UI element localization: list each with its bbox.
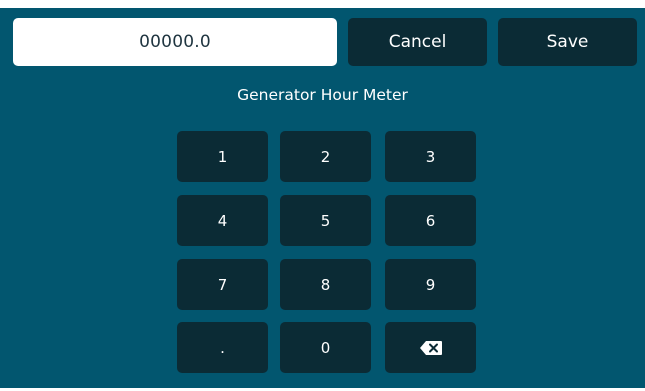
- key-8[interactable]: 8: [280, 259, 371, 310]
- cancel-label: Cancel: [388, 32, 447, 52]
- key-6[interactable]: 6: [385, 195, 476, 246]
- backspace-icon: [419, 340, 442, 355]
- key-1[interactable]: 1: [177, 131, 268, 182]
- key-label: 8: [320, 275, 331, 294]
- key-label: .: [220, 338, 225, 357]
- key-decimal[interactable]: .: [177, 322, 268, 373]
- key-label: 9: [425, 275, 436, 294]
- key-label: 2: [320, 147, 331, 166]
- save-button[interactable]: Save: [498, 18, 637, 66]
- key-9[interactable]: 9: [385, 259, 476, 310]
- key-4[interactable]: 4: [177, 195, 268, 246]
- hour-meter-entry-screen: 00000.0 Cancel Save Generator Hour Meter…: [0, 8, 645, 388]
- page-title: Generator Hour Meter: [237, 86, 408, 104]
- key-label: 6: [425, 211, 436, 230]
- save-label: Save: [546, 32, 589, 52]
- value-text: 00000.0: [139, 32, 211, 52]
- key-3[interactable]: 3: [385, 131, 476, 182]
- key-label: 3: [425, 147, 436, 166]
- cancel-button[interactable]: Cancel: [348, 18, 487, 66]
- key-7[interactable]: 7: [177, 259, 268, 310]
- key-label: 4: [217, 211, 228, 230]
- key-2[interactable]: 2: [280, 131, 371, 182]
- key-5[interactable]: 5: [280, 195, 371, 246]
- key-label: 0: [320, 338, 331, 357]
- key-label: 1: [217, 147, 228, 166]
- key-label: 5: [320, 211, 331, 230]
- key-label: 7: [217, 275, 228, 294]
- key-0[interactable]: 0: [280, 322, 371, 373]
- value-input[interactable]: 00000.0: [13, 18, 337, 66]
- backspace-button[interactable]: [385, 322, 476, 373]
